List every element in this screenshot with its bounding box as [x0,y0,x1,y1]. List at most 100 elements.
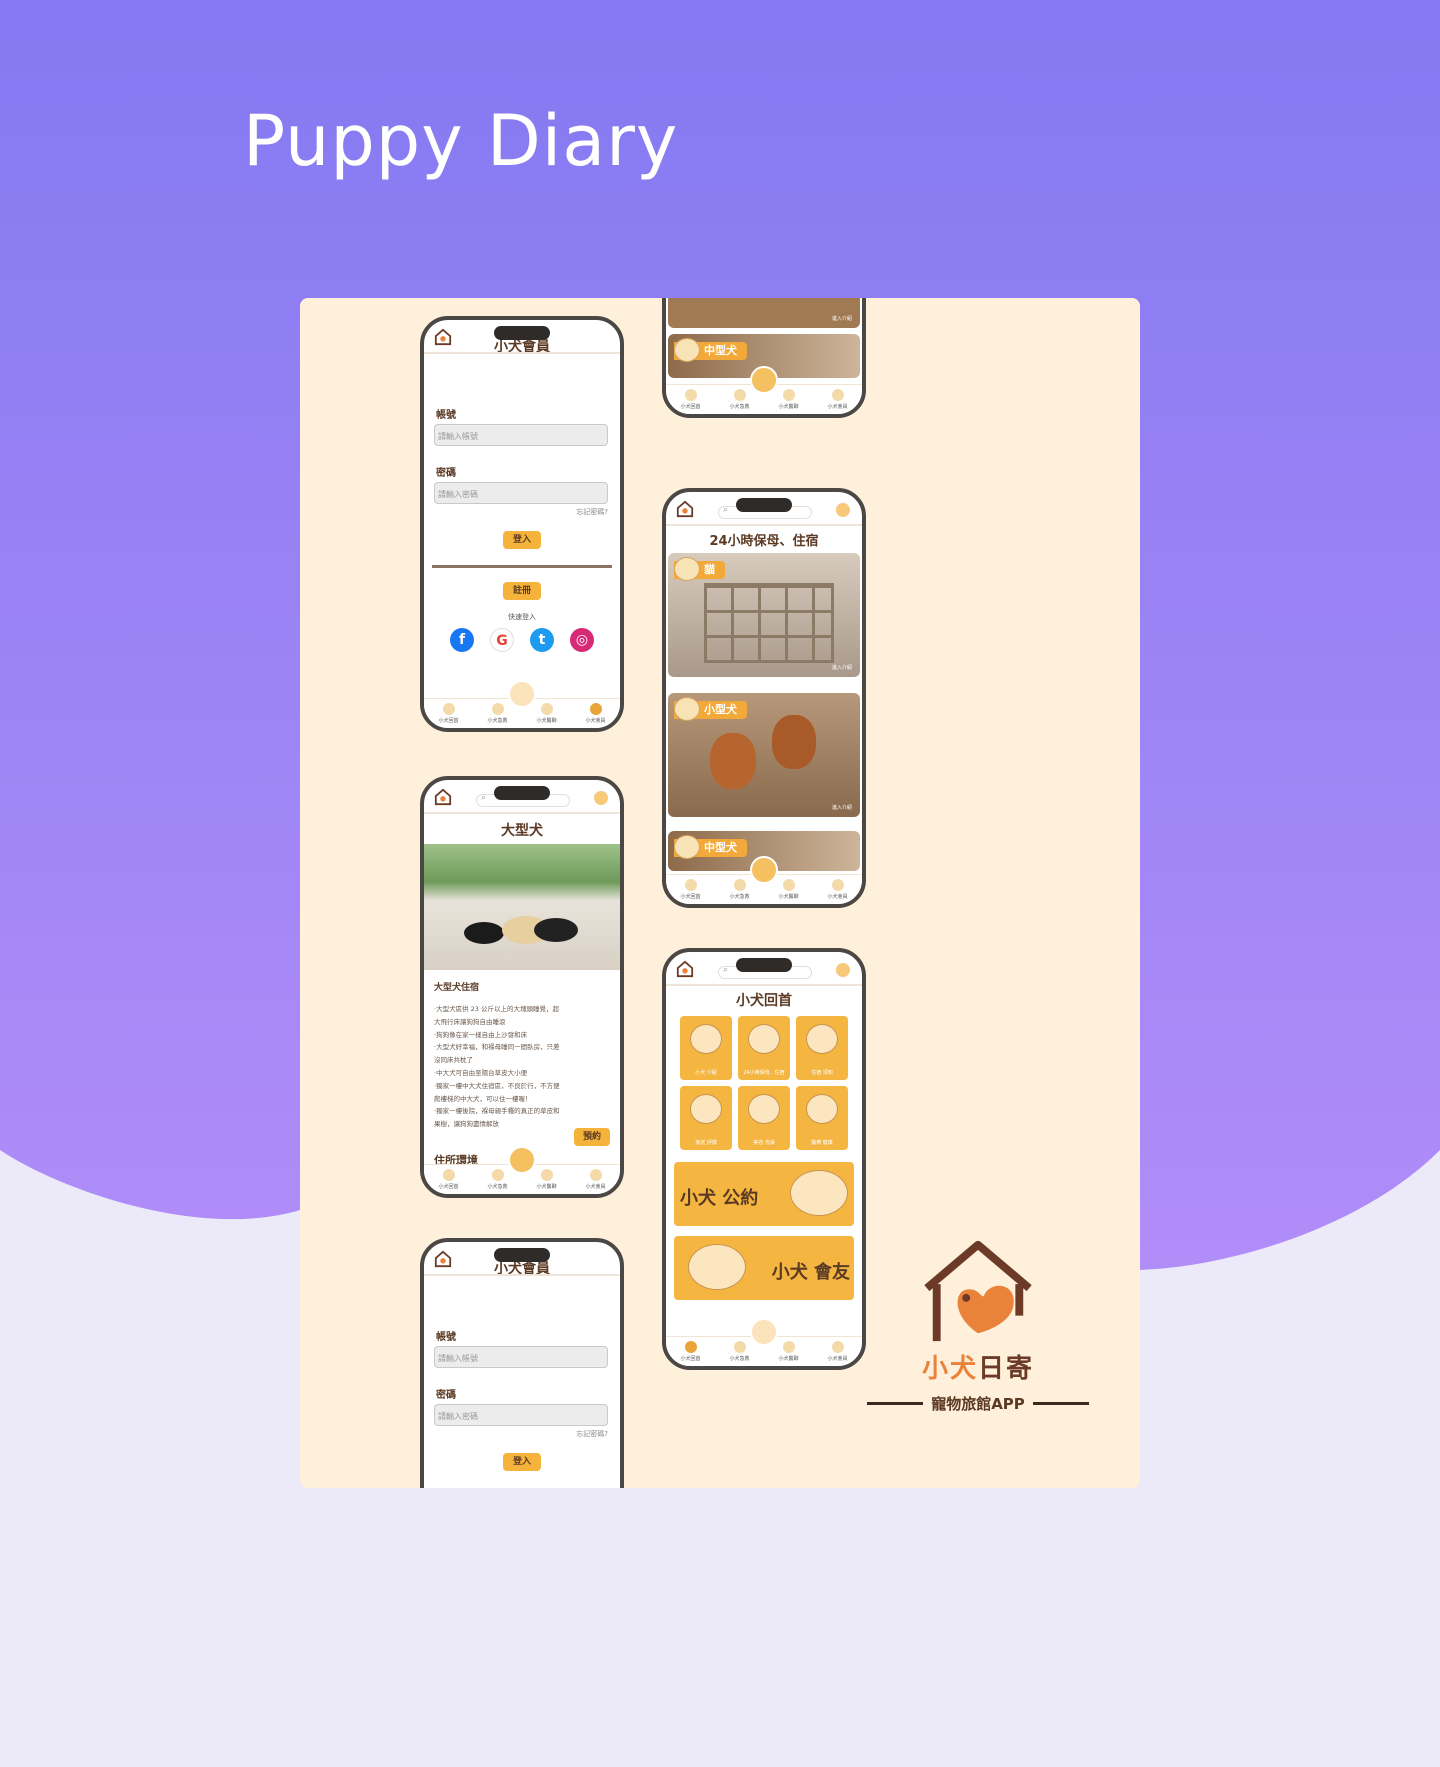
large-dog-description: ·大型犬區供 23 公斤以上的大塊頭睡覺，超 大飛行床讓狗狗自由睡滾 ·狗狗像在… [434,1005,560,1129]
nav-item-aid[interactable]: 小犬急救 [476,1169,520,1190]
nav-item-home[interactable]: 小犬回首 [427,1169,471,1190]
menu-tile[interactable]: 醫療 健康 [796,1086,848,1150]
account-field[interactable]: 請輸入帳號 [434,1346,608,1368]
account-field[interactable]: 請輸入帳號 [434,424,608,446]
medium-dog-tag: 中型犬 [674,835,747,859]
nav-item-chat[interactable]: 小犬醫聊 [767,879,811,900]
puppy-icon [690,1094,722,1124]
menu-tile[interactable]: 住宿 須知 [796,1016,848,1080]
menu-tile[interactable]: 接送 評價 [680,1086,732,1150]
menu-tile[interactable]: 小犬 介紹 [680,1016,732,1080]
home-fab-button[interactable] [750,856,778,884]
cat-card[interactable]: 貓 進入介紹 [668,553,860,677]
puppy-icon [674,338,700,362]
home-title: 小犬回首 [736,993,792,1009]
nav-item-aid[interactable]: 小犬急救 [718,879,762,900]
nav-item-member[interactable]: 小犬會員 [816,879,860,900]
menu-tile[interactable]: 24小時保母、住宿 [738,1016,790,1080]
phone-notch [494,1248,550,1262]
password-field[interactable]: 請輸入密碼 [434,482,608,504]
phone-login: 小犬會員 帳號 請輸入帳號 密碼 請輸入密碼 忘記密碼? 登入 註冊 快速登入 … [420,316,624,732]
google-icon[interactable]: G [490,628,514,652]
search-icon: ⌕ [723,505,729,515]
register-button[interactable]: 註冊 [503,582,541,600]
cat-tag: 貓 [674,557,725,581]
nav-item-aid[interactable]: 小犬急救 [718,389,762,410]
nav-item-chat[interactable]: 小犬醫聊 [767,389,811,410]
phone-login-2: 小犬會員 帳號 請輸入帳號 密碼 請輸入密碼 忘記密碼? 登入 [420,1238,624,1488]
logo-icon[interactable] [434,328,452,346]
chat-icon [540,1169,553,1181]
friends-banner-label: 小犬 會友 [771,1262,850,1283]
stay-photo-top: 進入介紹 [668,298,860,328]
logo-icon[interactable] [676,960,694,978]
forgot-password-link[interactable]: 忘記密碼? [424,507,608,517]
phone-notch [494,786,550,800]
brand-name: 小犬日寄 [921,1354,1035,1384]
large-dog-section-title: 大型犬住宿 [434,983,480,993]
instagram-icon[interactable]: ◎ [570,628,594,652]
puppy-icon [806,1094,838,1124]
puppy-icon [806,1024,838,1054]
large-dog-photo [424,844,620,970]
first-aid-icon [733,879,746,891]
home-fab-button[interactable] [508,680,536,708]
nav-item-home[interactable]: 小犬回首 [669,1341,713,1362]
brand-logo: 小犬日寄 寵物旅館APP [858,1236,1098,1414]
first-aid-icon [733,389,746,401]
facebook-icon[interactable]: f [450,628,474,652]
small-dog-card[interactable]: 小型犬 進入介紹 [668,693,860,817]
gear-icon[interactable] [836,503,850,517]
gear-icon[interactable] [594,791,608,805]
member-icon [589,1169,602,1181]
nav-item-aid[interactable]: 小犬急救 [718,1341,762,1362]
nav-item-home[interactable]: 小犬回首 [669,389,713,410]
phone-home: ⌕ 小犬回首 小犬 介紹 24小時保母、住宿 住宿 須知 接送 評價 美容 洗澡… [662,948,866,1370]
member-icon [831,389,844,401]
member-icon [831,1341,844,1353]
twitter-icon[interactable]: t [530,628,554,652]
medium-dog-tag: 中型犬 [674,338,747,362]
graduate-puppy-icon [790,1170,848,1216]
home-fab-button[interactable] [750,1318,778,1346]
logo-icon[interactable] [434,788,452,806]
password-label: 密碼 [436,468,456,479]
chat-icon [782,1341,795,1353]
nav-item-home[interactable]: 小犬回首 [427,703,471,724]
reserve-button[interactable]: 預約 [574,1128,610,1146]
nav-item-chat[interactable]: 小犬醫聊 [525,1169,569,1190]
friends-banner[interactable]: 小犬 會友 [674,1236,854,1300]
house-heart-logo-icon [924,1240,1032,1342]
phone-notch [494,326,550,340]
nav-item-member[interactable]: 小犬會員 [816,389,860,410]
phone-notch [736,498,792,512]
nav-item-chat[interactable]: 小犬醫聊 [767,1341,811,1362]
page-title: Puppy Diary [243,100,679,182]
nav-item-aid[interactable]: 小犬急救 [476,703,520,724]
phone-large-dog: ⌕ 大型犬 大型犬住宿 ·大型犬區供 23 公斤以上的大塊頭睡覺，超 大飛行床讓… [420,776,624,1198]
menu-tile[interactable]: 美容 洗澡 [738,1086,790,1150]
nav-item-member[interactable]: 小犬會員 [816,1341,860,1362]
rules-banner[interactable]: 小犬 公約 [674,1162,854,1226]
login-button[interactable]: 登入 [503,1453,541,1471]
logo-icon[interactable] [676,500,694,518]
first-aid-icon [733,1341,746,1353]
nav-item-member[interactable]: 小犬會員 [574,703,618,724]
home-fab-button[interactable] [508,1146,536,1174]
chat-icon [782,389,795,401]
nav-item-home[interactable]: 小犬回首 [669,879,713,900]
small-dog-tag: 小型犬 [674,697,747,721]
nav-item-chat[interactable]: 小犬醫聊 [525,703,569,724]
home-fab-button[interactable] [750,366,778,394]
gear-icon[interactable] [836,963,850,977]
forgot-password-link[interactable]: 忘記密碼? [424,1429,608,1439]
large-dog-title: 大型犬 [501,823,543,839]
puppy-icon [748,1094,780,1124]
nav-item-member[interactable]: 小犬會員 [574,1169,618,1190]
logo-icon[interactable] [434,1250,452,1268]
login-button[interactable]: 登入 [503,531,541,549]
showcase-card: 小犬會員 帳號 請輸入帳號 密碼 請輸入密碼 忘記密碼? 登入 註冊 快速登入 … [300,298,1140,1488]
puppy-icon [688,1244,746,1290]
cat-icon [674,557,700,581]
password-field[interactable]: 請輸入密碼 [434,1404,608,1426]
